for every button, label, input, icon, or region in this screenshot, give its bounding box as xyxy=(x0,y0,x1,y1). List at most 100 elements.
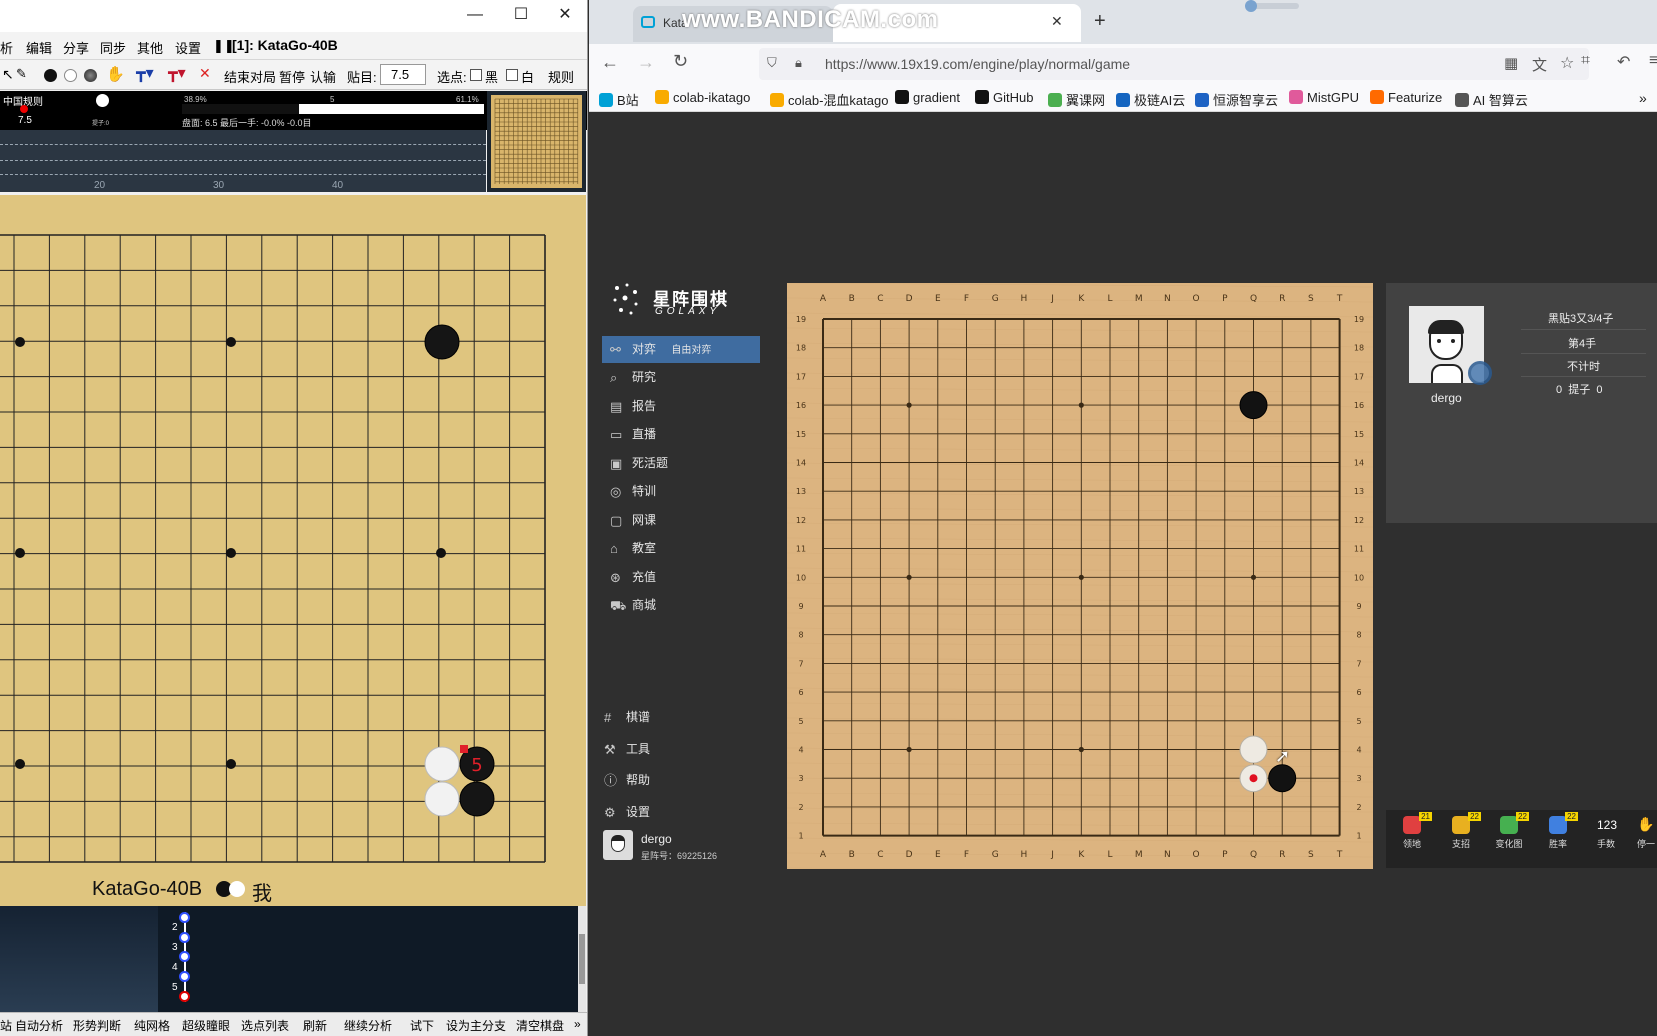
report-icon: ▤ xyxy=(610,399,623,414)
pause-button[interactable]: 暂停 xyxy=(279,67,305,86)
avatar[interactable] xyxy=(603,830,633,860)
move-number[interactable]: 5 xyxy=(172,982,178,993)
username[interactable]: dergo xyxy=(641,832,672,846)
forward-icon[interactable]: → xyxy=(637,52,655,73)
continue-analysis-button[interactable]: 继续分析 xyxy=(344,1017,392,1034)
auto-analysis-button[interactable]: 自动分析 xyxy=(15,1017,63,1034)
hint-tool[interactable]: 22 支招 xyxy=(1441,812,1481,850)
bookmark-colab-ikatago[interactable]: colab-ikatago xyxy=(655,90,750,105)
black-stone xyxy=(1268,764,1297,793)
pick-black-checkbox[interactable] xyxy=(470,69,482,81)
nav-help[interactable]: ⓘ 帮助 xyxy=(596,767,754,794)
bookmark-github[interactable]: GitHub xyxy=(975,90,1033,105)
nav-recharge[interactable]: ⊛ 充值 xyxy=(602,564,760,591)
menu-edit[interactable]: 编辑 xyxy=(26,38,52,57)
menu-share[interactable]: 分享 xyxy=(63,38,89,57)
menu-other[interactable]: 其他 xyxy=(137,38,163,57)
resign-button[interactable]: 认输 xyxy=(310,67,336,86)
nav-live[interactable]: ▭ 直播 xyxy=(602,421,760,448)
super-eye-button[interactable]: 超级瞳眼 xyxy=(182,1017,230,1034)
slider[interactable] xyxy=(1245,0,1299,12)
lock-icon[interactable]: 🔒︎ xyxy=(795,55,802,71)
rules-button[interactable]: 规则 xyxy=(548,67,574,86)
maximize-button[interactable]: ☐ xyxy=(498,0,544,32)
undo-icon[interactable]: ↶ xyxy=(1617,52,1630,72)
nav-shop[interactable]: ⛟ 商城 xyxy=(602,592,760,619)
lizzie-board[interactable]: 5 xyxy=(0,195,586,905)
row-label: 1 xyxy=(1356,832,1361,841)
bookmark-bilibili[interactable]: B站 xyxy=(599,90,639,109)
nav-tools[interactable]: ⚒ 工具 xyxy=(596,736,754,763)
black-stone-icon[interactable] xyxy=(44,69,57,82)
nav-research[interactable]: ⌕ 研究 xyxy=(602,364,760,391)
close-tab-icon[interactable]: ✕ xyxy=(1051,13,1063,30)
menu-sync[interactable]: 同步 xyxy=(100,38,126,57)
back-icon[interactable]: ← xyxy=(601,52,619,73)
winrate-tool[interactable]: 22 胜率 xyxy=(1538,812,1578,850)
translate-icon[interactable]: 文 xyxy=(1532,54,1547,75)
komi-input[interactable]: 7.5 xyxy=(380,64,426,85)
status-button[interactable]: 站 xyxy=(0,1017,12,1034)
bookmark-gradient[interactable]: gradient xyxy=(895,90,960,105)
nav-training[interactable]: ◎ 特训 xyxy=(602,478,760,505)
variation-tool[interactable]: 22 变化图 xyxy=(1489,812,1529,850)
url-text[interactable]: https://www.19x19.com/engine/play/normal… xyxy=(825,56,1130,72)
more-button[interactable]: » xyxy=(574,1017,581,1031)
menu-settings[interactable]: 设置 xyxy=(175,38,201,57)
reload-icon[interactable]: ↻ xyxy=(673,51,688,72)
address-bar[interactable]: ⛉ 🔒︎ https://www.19x19.com/engine/play/n… xyxy=(759,48,1589,80)
nav-classroom[interactable]: ⌂ 教室 xyxy=(602,535,760,562)
move-number[interactable]: 2 xyxy=(172,922,178,933)
branch-blue-icon[interactable]: ┳▾ xyxy=(136,63,154,83)
nav-settings[interactable]: ⚙ 设置 xyxy=(596,799,754,826)
grid-only-button[interactable]: 纯网格 xyxy=(134,1017,170,1034)
bookmark-featurize[interactable]: Featurize xyxy=(1370,90,1442,105)
estimate-button[interactable]: 形势判断 xyxy=(73,1017,121,1034)
menu-analysis[interactable]: 析 xyxy=(0,38,13,57)
set-main-branch-button[interactable]: 设为主分支 xyxy=(446,1017,506,1034)
new-tab-button[interactable]: + xyxy=(1094,10,1106,33)
pick-white-checkbox[interactable] xyxy=(506,69,518,81)
nav-online-class[interactable]: ▢ 网课 xyxy=(602,507,760,534)
pencil-icon[interactable]: ✎ xyxy=(16,66,27,82)
move-number[interactable]: 4 xyxy=(172,962,178,973)
white-stone-icon[interactable] xyxy=(64,69,77,82)
scrollbar[interactable] xyxy=(578,906,586,1012)
delete-icon[interactable]: ✕ xyxy=(199,65,211,82)
nav-records[interactable]: # 棋谱 xyxy=(596,704,754,731)
shield-icon[interactable]: ⛉ xyxy=(767,55,777,71)
bookmarks-overflow[interactable]: » xyxy=(1639,90,1647,106)
clear-board-button[interactable]: 清空棋盘 xyxy=(516,1017,564,1034)
branch-red-icon[interactable]: ┳▾ xyxy=(168,63,186,83)
move-count-tool[interactable]: 123 手数 xyxy=(1586,816,1626,850)
bookmark-yikewang[interactable]: 翼课网 xyxy=(1048,90,1105,109)
nav-play[interactable]: ⚯ 对弈 自由对弈 xyxy=(602,336,760,363)
bookmark-jilian[interactable]: 极链AI云 xyxy=(1116,90,1185,109)
nav-puzzle[interactable]: ▣ 死活题 xyxy=(602,450,760,477)
move-number[interactable]: 3 xyxy=(172,942,178,953)
try-button[interactable]: 试下 xyxy=(410,1017,434,1034)
hand-icon[interactable]: ✋ xyxy=(106,65,125,83)
menu-icon[interactable]: ≡ xyxy=(1649,52,1657,70)
bookmark-star-icon[interactable]: ☆ xyxy=(1560,53,1574,73)
qr-icon[interactable]: ▦ xyxy=(1504,54,1518,72)
pointer-icon[interactable]: ↖ xyxy=(2,66,14,83)
crop-icon[interactable]: ⌗ xyxy=(1581,52,1590,70)
bookmark-colab-hybrid[interactable]: colab-混血katago xyxy=(770,90,888,109)
territory-tool[interactable]: 21 领地 xyxy=(1392,812,1432,850)
bookmark-hengyuan[interactable]: 恒源智享云 xyxy=(1195,90,1278,109)
go-board[interactable]: A A B B C C D D E E F F G G H H J J K K L L M M N N O O P P Q Q R R S S T T 19… xyxy=(787,283,1373,869)
mini-board[interactable] xyxy=(487,91,586,192)
alternate-stone-icon[interactable] xyxy=(84,69,97,82)
candidate-list-button[interactable]: 选点列表 xyxy=(241,1017,289,1034)
refresh-button[interactable]: 刷新 xyxy=(303,1017,327,1034)
close-button[interactable]: ✕ xyxy=(542,0,587,32)
nav-sub-label[interactable]: 自由对弈 xyxy=(671,345,711,356)
bookmark-ai-cloud[interactable]: AI 智算云 xyxy=(1455,90,1528,109)
puzzle-icon: ▣ xyxy=(610,456,623,471)
nav-report[interactable]: ▤ 报告 xyxy=(602,393,760,420)
end-game-button[interactable]: 结束对局 xyxy=(224,67,276,86)
minimize-button[interactable]: — xyxy=(452,0,498,32)
pass-tool[interactable]: ✋ 停一 xyxy=(1626,816,1657,850)
bookmark-mistgpu[interactable]: MistGPU xyxy=(1289,90,1359,105)
